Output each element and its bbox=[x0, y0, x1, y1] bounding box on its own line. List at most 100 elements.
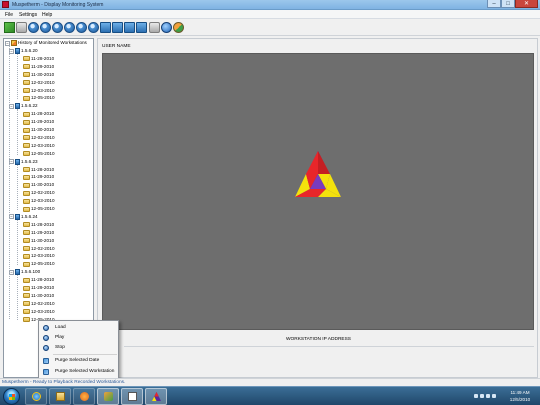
workstation-icon-1[interactable] bbox=[100, 22, 111, 33]
tree-date[interactable]: 12-03-2010 bbox=[23, 142, 55, 150]
tree-workstation[interactable]: −1.5.6.24 bbox=[9, 213, 38, 221]
tree-date[interactable]: 11-30-2010 bbox=[23, 237, 54, 245]
tree-date[interactable]: 11-28-2010 bbox=[23, 221, 54, 229]
date-label: 12-02-2010 bbox=[31, 190, 55, 196]
taskbar-media-player[interactable] bbox=[73, 388, 95, 405]
menu-purge-date[interactable]: Purge Selected Date bbox=[40, 356, 118, 366]
date-label: 11-29-2010 bbox=[31, 63, 55, 69]
tree-date[interactable]: 11-29-2010 bbox=[23, 63, 54, 71]
tree-date[interactable]: 11-29-2010 bbox=[23, 118, 54, 126]
start-button[interactable] bbox=[3, 388, 20, 405]
users-icon[interactable] bbox=[173, 22, 184, 33]
clock-date: 12/5/2010 bbox=[509, 397, 531, 402]
play-icon bbox=[43, 335, 49, 341]
tree-date[interactable]: 12-05-2010 bbox=[23, 260, 55, 268]
tree-root[interactable]: − History of Monitored Workstations bbox=[5, 39, 87, 47]
tree-date[interactable]: 11-29-2010 bbox=[23, 284, 54, 292]
collapse-icon[interactable]: − bbox=[5, 40, 10, 46]
record-icon-2[interactable] bbox=[40, 22, 51, 33]
tree-workstation[interactable]: −1.5.6.20 bbox=[9, 47, 38, 55]
folder-icon bbox=[23, 317, 30, 323]
workstation-icon-2[interactable] bbox=[112, 22, 123, 33]
app-icon bbox=[2, 1, 9, 8]
folder-icon bbox=[23, 261, 30, 267]
record-icon-5[interactable] bbox=[76, 22, 87, 33]
menu-help[interactable]: Help bbox=[42, 12, 52, 18]
menu-play-label: Play bbox=[55, 335, 65, 340]
close-button[interactable]: ✕ bbox=[515, 0, 538, 8]
record-icon-1[interactable] bbox=[28, 22, 39, 33]
system-tray[interactable] bbox=[474, 392, 498, 401]
menu-purge-workstation[interactable]: Purge Selected Workstation bbox=[40, 367, 118, 377]
menu-play[interactable]: Play bbox=[40, 333, 118, 343]
network-icon[interactable] bbox=[480, 394, 484, 398]
tree-date[interactable]: 12-03-2010 bbox=[23, 87, 55, 95]
tree-date[interactable]: 12-03-2010 bbox=[23, 197, 55, 205]
title-bar: Muspetherm - Display Monitoring System –… bbox=[0, 0, 540, 10]
divider bbox=[124, 346, 534, 347]
taskbar-explorer[interactable] bbox=[49, 388, 71, 405]
menu-stop-label: Stop bbox=[55, 345, 65, 350]
record-icon-4[interactable] bbox=[64, 22, 75, 33]
tree-date[interactable]: 12-03-2010 bbox=[23, 308, 55, 316]
menu-settings[interactable]: Settings bbox=[19, 12, 37, 18]
workstation-icon-4[interactable] bbox=[136, 22, 147, 33]
record-icon-3[interactable] bbox=[52, 22, 63, 33]
taskbar-app-2[interactable] bbox=[121, 388, 143, 405]
minimize-button[interactable]: – bbox=[487, 0, 501, 8]
settings-icon[interactable] bbox=[149, 22, 160, 33]
date-label: 11-30-2010 bbox=[31, 292, 55, 298]
workstation-ip: 1.5.6.100 bbox=[21, 269, 41, 275]
taskbar: 11:49 AM 12/5/2010 bbox=[0, 386, 540, 405]
tree-date[interactable]: 11-30-2010 bbox=[23, 71, 54, 79]
date-label: 12-05-2010 bbox=[31, 150, 55, 156]
folder-icon bbox=[23, 301, 30, 307]
tree-date[interactable]: 12-02-2010 bbox=[23, 300, 55, 308]
clock-time: 11:49 AM bbox=[510, 390, 530, 395]
volume-icon[interactable] bbox=[492, 394, 496, 398]
workstation-icon-3[interactable] bbox=[124, 22, 135, 33]
tree-date[interactable]: 11-30-2010 bbox=[23, 292, 54, 300]
tree-guide-line bbox=[17, 54, 18, 100]
date-label: 12-05-2010 bbox=[31, 95, 55, 101]
flag-icon[interactable] bbox=[486, 394, 490, 398]
status-text: Muspetherm - Ready to Playback Recorded … bbox=[2, 380, 126, 385]
tree-date[interactable]: 11-29-2010 bbox=[23, 229, 54, 237]
disconnect-icon[interactable] bbox=[16, 22, 27, 33]
tree-date[interactable]: 11-30-2010 bbox=[23, 181, 54, 189]
maximize-button[interactable]: □ bbox=[501, 0, 515, 8]
tree-date[interactable]: 12-02-2010 bbox=[23, 134, 55, 142]
menu-load[interactable]: Load bbox=[40, 323, 118, 333]
system-clock[interactable]: 11:49 AM 12/5/2010 bbox=[504, 389, 536, 403]
taskbar-app-1[interactable] bbox=[97, 388, 119, 405]
folder-icon bbox=[23, 64, 30, 70]
tree-date[interactable]: 12-02-2010 bbox=[23, 189, 55, 197]
date-label: 12-05-2010 bbox=[31, 261, 55, 267]
menu-file[interactable]: File bbox=[5, 12, 13, 18]
tree-date[interactable]: 12-05-2010 bbox=[23, 205, 55, 213]
tree-date[interactable]: 11-28-2010 bbox=[23, 276, 54, 284]
taskbar-muspetherm[interactable] bbox=[145, 388, 167, 405]
tree-date[interactable]: 11-30-2010 bbox=[23, 126, 54, 134]
tree-date[interactable]: 12-05-2010 bbox=[23, 94, 55, 102]
tree-date[interactable]: 12-02-2010 bbox=[23, 245, 55, 253]
tree-date[interactable]: 12-02-2010 bbox=[23, 79, 55, 87]
tree-date[interactable]: 11-28-2010 bbox=[23, 55, 54, 63]
logo-facet-top-right bbox=[318, 151, 330, 174]
tree-date[interactable]: 11-29-2010 bbox=[23, 173, 54, 181]
tree-workstation[interactable]: −1.5.6.100 bbox=[9, 268, 40, 276]
tree-date[interactable]: 11-28-2010 bbox=[23, 166, 54, 174]
tree-workstation[interactable]: −1.5.6.23 bbox=[9, 158, 38, 166]
tree-workstation[interactable]: −1.5.6.22 bbox=[9, 102, 38, 110]
info-icon[interactable] bbox=[161, 22, 172, 33]
tray-arrow-icon[interactable] bbox=[474, 394, 478, 398]
record-icon-6[interactable] bbox=[88, 22, 99, 33]
menu-separator bbox=[53, 354, 117, 355]
menu-stop[interactable]: Stop bbox=[40, 343, 118, 353]
tree-date[interactable]: 11-28-2010 bbox=[23, 110, 54, 118]
playback-screen[interactable] bbox=[102, 53, 534, 330]
taskbar-ie[interactable] bbox=[25, 388, 47, 405]
tree-date[interactable]: 12-05-2010 bbox=[23, 150, 55, 158]
connect-icon[interactable] bbox=[4, 22, 15, 33]
tree-date[interactable]: 12-03-2010 bbox=[23, 252, 55, 260]
